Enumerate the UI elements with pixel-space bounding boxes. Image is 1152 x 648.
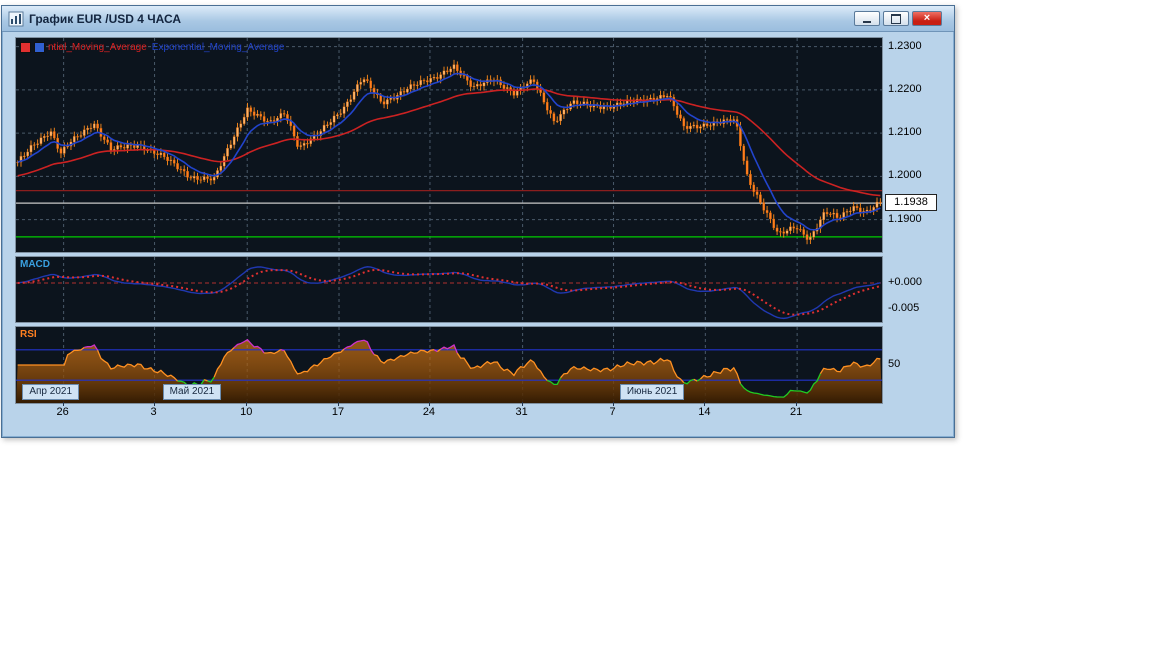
rsi-label: RSI — [20, 329, 37, 340]
ema-blue-chip[interactable] — [34, 42, 45, 53]
candlestick-chart[interactable] — [16, 38, 882, 252]
maximize-icon — [891, 13, 901, 24]
ema-red-label: ntial_Moving_Average — [48, 42, 147, 53]
ema-red-chip[interactable] — [20, 42, 31, 53]
close-icon: × — [923, 12, 931, 24]
rsi-panel[interactable]: RSI — [15, 326, 883, 404]
rsi-chart[interactable] — [16, 327, 882, 403]
horizontal-gridlines — [16, 46, 882, 221]
macd-chart[interactable] — [16, 257, 882, 322]
minimize-icon — [863, 14, 871, 23]
x-axis-tick-label: 31 — [515, 406, 528, 418]
ema-blue-label: Exponential_Moving_Average — [151, 42, 285, 53]
rsi-axis-label: 50 — [888, 358, 901, 370]
minimize-button[interactable] — [854, 11, 880, 26]
rsi-fill-area — [16, 339, 882, 403]
window-controls: × — [854, 11, 942, 26]
titlebar[interactable]: График EUR /USD 4 ЧАСА × — [2, 6, 954, 32]
ema-fast-line — [17, 72, 881, 231]
y-axis-tick-label: 1.2100 — [888, 126, 922, 139]
macd-axis-label: -0.005 — [888, 302, 920, 314]
y-axis-tick-label: 1.2300 — [888, 39, 922, 52]
price-chart-panel[interactable]: ntial_Moving_Average Exponential_Moving_… — [15, 37, 883, 253]
x-axis-tick-label: 24 — [422, 406, 436, 418]
x-axis-tick-label: 10 — [240, 406, 253, 418]
last-price-box: 1.1938 — [885, 194, 937, 212]
window-title: График EUR /USD 4 ЧАСА — [29, 11, 182, 26]
macd-label: MACD — [20, 259, 50, 270]
y-axis-tick-label: 1.1900 — [888, 212, 922, 225]
chart-window: График EUR /USD 4 ЧАСА × ntial_Moving_Av… — [1, 5, 955, 438]
x-axis-tick-label: 14 — [698, 406, 711, 418]
maximize-button[interactable] — [883, 11, 909, 26]
x-axis-tick-label: 7 — [609, 406, 616, 418]
y-axis-tick-label: 1.2200 — [888, 82, 922, 95]
macd-panel[interactable]: MACD — [15, 256, 883, 323]
x-axis-tick-label: 3 — [150, 406, 157, 418]
macd-signal-line — [17, 268, 881, 316]
vertical-gridlines — [63, 257, 798, 322]
x-axis-tick-label: 26 — [56, 406, 69, 418]
indicator-legend[interactable]: ntial_Moving_Average Exponential_Moving_… — [20, 42, 284, 53]
price-level-lines — [16, 190, 882, 238]
x-axis-tick-label: 17 — [331, 406, 345, 418]
chart-app-icon — [8, 11, 24, 27]
y-axis-tick-label: 1.2000 — [888, 169, 922, 182]
close-button[interactable]: × — [912, 11, 942, 26]
x-axis-tick-label: 21 — [790, 406, 803, 418]
macd-axis-label: +0.000 — [888, 276, 922, 288]
